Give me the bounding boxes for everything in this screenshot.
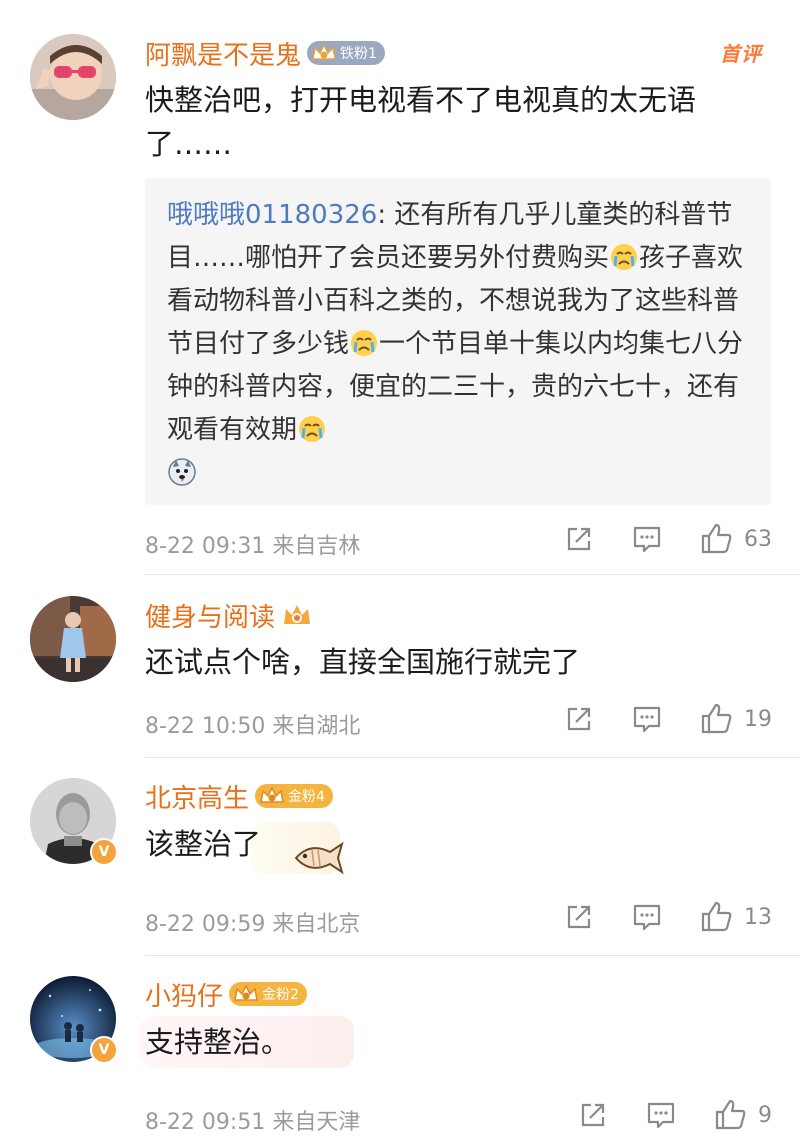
comment-meta: 8-22 10:50 来自湖北	[145, 708, 360, 740]
verified-v-badge-icon: V	[90, 838, 118, 866]
fan-crown-icon	[312, 43, 336, 60]
comment-text: 还试点个啥，直接全国施行就完了	[145, 645, 581, 679]
username[interactable]: 小犸仔	[145, 976, 223, 1013]
quoted-reply-text: 哦哦哦01180326: 还有所有几乎儿童类的科普节目……哪怕开了会员还要另外付…	[167, 194, 749, 495]
crying-emoji-icon	[299, 416, 326, 442]
fan-badge[interactable]: 金粉4	[255, 784, 333, 808]
user-info-row: 健身与阅读	[145, 597, 313, 634]
comment-location: 来自湖北	[272, 714, 361, 739]
fan-badge-label: 铁粉1	[340, 46, 377, 62]
comment-time: 8-22 10:50	[145, 714, 266, 739]
fan-crown-icon	[234, 984, 258, 1001]
comment-item: 阿飘是不是鬼 铁粉1 首评 快整治吧，打开电视看不了电视真的太无语了…… 哦哦哦…	[0, 0, 800, 575]
quoted-username[interactable]: 哦哦哦01180326	[167, 200, 377, 230]
like-button[interactable]: 13	[700, 900, 772, 934]
reply-button[interactable]	[632, 524, 662, 554]
fan-crown-icon	[260, 786, 284, 803]
fan-crown-icon[interactable]	[281, 602, 313, 628]
quoted-reply[interactable]: 哦哦哦01180326: 还有所有几乎儿童类的科普节目……哪怕开了会员还要另外付…	[145, 178, 771, 505]
comment-location: 来自天津	[272, 1110, 361, 1135]
comment-time: 8-22 09:51	[145, 1110, 266, 1135]
thumbs-up-icon	[701, 901, 732, 932]
divider	[145, 574, 800, 575]
reply-button[interactable]	[632, 704, 662, 734]
like-button[interactable]: 63	[700, 522, 772, 556]
first-comment-tag: 首评	[720, 42, 762, 66]
fan-badge-label: 金粉2	[262, 987, 299, 1003]
user-info-row: 北京高生 金粉4	[145, 778, 333, 815]
quote-colon: :	[377, 200, 395, 230]
crying-emoji-icon	[611, 244, 638, 270]
comment-text: 该整治了	[145, 827, 262, 861]
crying-emoji-icon	[351, 330, 378, 356]
like-count: 9	[758, 1102, 772, 1128]
share-button[interactable]	[564, 704, 594, 734]
share-icon	[581, 1103, 605, 1127]
avatar[interactable]	[30, 596, 116, 682]
action-bar: 19	[564, 702, 772, 736]
action-bar: 9	[578, 1098, 772, 1132]
like-button[interactable]: 9	[714, 1098, 772, 1132]
comment-meta: 8-22 09:59 来自北京	[145, 906, 360, 938]
verified-v-badge-icon: V	[90, 1036, 118, 1064]
username[interactable]: 健身与阅读	[145, 597, 275, 634]
share-icon	[567, 527, 591, 551]
thumbs-up-icon	[715, 1099, 746, 1130]
comment-time: 8-22 09:31	[145, 534, 266, 559]
husky-dog-emoji-icon	[168, 458, 196, 486]
share-button[interactable]	[564, 524, 594, 554]
action-bar: 63	[564, 522, 772, 556]
user-info-row: 小犸仔 金粉2	[145, 976, 307, 1013]
thumbs-up-icon	[701, 703, 732, 734]
username[interactable]: 北京高生	[145, 778, 249, 815]
divider	[145, 955, 800, 956]
user-info-row: 阿飘是不是鬼 铁粉1	[145, 35, 385, 72]
reply-button[interactable]	[646, 1100, 676, 1130]
divider	[145, 757, 800, 758]
comment-icon	[633, 706, 661, 733]
share-icon	[567, 707, 591, 731]
comment-location: 来自北京	[272, 912, 361, 937]
thumbs-up-icon	[701, 523, 732, 554]
comment-icon	[647, 1102, 675, 1129]
like-count: 19	[744, 706, 772, 732]
comment-meta: 8-22 09:31 来自吉林	[145, 528, 360, 560]
avatar[interactable]	[30, 34, 116, 120]
share-button[interactable]	[564, 902, 594, 932]
comment-time: 8-22 09:59	[145, 912, 266, 937]
comment-icon	[633, 526, 661, 553]
fan-badge-label: 金粉4	[288, 789, 325, 805]
share-icon	[567, 905, 591, 929]
like-count: 13	[744, 904, 772, 930]
like-count: 63	[744, 526, 772, 552]
comment-text: 快整治吧，打开电视看不了电视真的太无语了……	[145, 83, 697, 161]
reply-button[interactable]	[632, 902, 662, 932]
action-bar: 13	[564, 900, 772, 934]
fan-badge[interactable]: 金粉2	[229, 982, 307, 1006]
comment-meta: 8-22 09:51 来自天津	[145, 1104, 360, 1136]
like-button[interactable]: 19	[700, 702, 772, 736]
comment-location: 来自吉林	[272, 534, 361, 559]
comment-icon	[633, 904, 661, 931]
username[interactable]: 阿飘是不是鬼	[145, 35, 301, 72]
comment-text: 支持整治。	[145, 1025, 291, 1059]
fish-sticker-icon	[294, 841, 344, 875]
share-button[interactable]	[578, 1100, 608, 1130]
fan-badge[interactable]: 铁粉1	[307, 41, 385, 65]
